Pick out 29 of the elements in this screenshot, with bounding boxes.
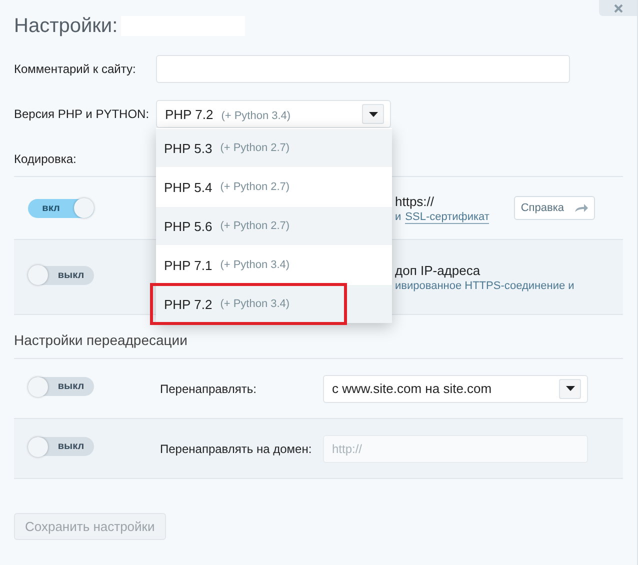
setting-title: доп IP-адреса [395,262,482,278]
redirect-select[interactable]: с www.site.com на site.com [323,374,588,402]
caret-icon [566,386,574,391]
toggle-switch[interactable]: выкл [28,377,94,396]
setting-description: ивированное HTTPS-соединение и [395,280,574,292]
dropdown-option[interactable]: PHP 5.3 (+ Python 2.7) [156,128,392,167]
arrow-icon [574,204,588,212]
toggle-switch[interactable]: выкл [28,437,94,456]
field-label: Кодировка: [14,152,78,166]
certificate-link[interactable]: SSL-сертификат [405,210,490,224]
field-label: Перенаправлять на домен: [160,442,313,456]
toggle-switch[interactable]: выкл [28,266,94,285]
caret-icon [368,112,378,116]
php-version-select[interactable]: PHP 7.2 (+ Python 3.4) [156,100,391,128]
field-label: Комментарий к сайту: [14,62,137,76]
section-heading: Настройки переадресации [14,331,188,350]
setting-description: и [395,210,402,222]
dialog-title: Настройки: [14,14,118,38]
field-label: Версия PHP и PYTHON: [14,107,150,121]
domain-field[interactable]: http:// [323,434,588,462]
dropdown-option[interactable]: PHP 5.6 (+ Python 2.7) [156,206,392,245]
close-icon [614,4,622,12]
dropdown-button[interactable] [559,378,581,398]
toggle-switch[interactable]: вкл [28,198,94,218]
field-label: Перенаправлять: [160,382,258,396]
dropdown-button[interactable] [362,104,384,124]
help-button[interactable]: Справка [514,196,595,220]
setting-title: https:// [395,194,436,208]
comment-field[interactable] [156,55,570,83]
